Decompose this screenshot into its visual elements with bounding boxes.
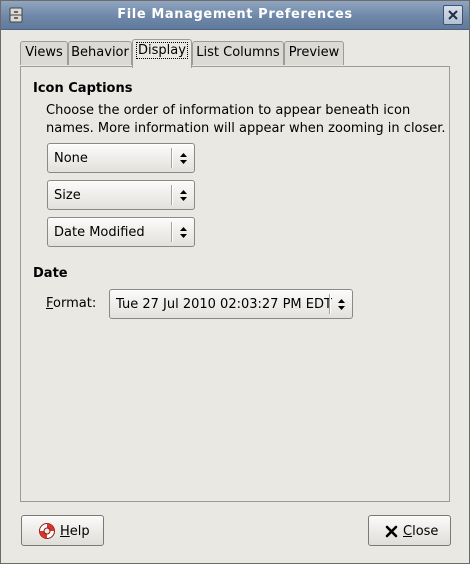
date-heading: Date xyxy=(33,266,68,281)
preferences-window: File Management Preferences Views Behavi… xyxy=(0,0,470,564)
format-mnemonic: F xyxy=(46,296,54,311)
tab-label: Display xyxy=(136,42,188,59)
tab-label: Views xyxy=(25,45,63,60)
date-format-select[interactable]: Tue 27 Jul 2010 02:03:27 PM EDT xyxy=(109,289,353,319)
updown-arrows-icon xyxy=(180,227,187,238)
window-close-button[interactable] xyxy=(443,5,463,25)
caption-select-3[interactable]: Date Modified xyxy=(47,217,195,247)
format-label-text: ormat: xyxy=(53,296,97,311)
updown-arrows-icon xyxy=(180,153,187,164)
caption-select-2[interactable]: Size xyxy=(47,180,195,210)
help-mnemonic: H xyxy=(60,524,70,539)
combo-separator xyxy=(171,148,173,168)
combo-separator xyxy=(171,222,173,242)
x-close-icon xyxy=(385,525,398,538)
window-title: File Management Preferences xyxy=(117,7,353,22)
updown-arrows-icon xyxy=(180,190,187,201)
display-tab-panel: Icon Captions Choose the order of inform… xyxy=(20,66,450,502)
close-label: Close xyxy=(403,524,438,539)
caption-select-1[interactable]: None xyxy=(47,143,195,173)
tab-views[interactable]: Views xyxy=(20,41,68,65)
close-icon xyxy=(448,10,458,20)
tab-label: List Columns xyxy=(196,45,280,60)
tab-label: Behavior xyxy=(71,45,129,60)
icon-captions-heading: Icon Captions xyxy=(33,81,133,96)
help-label: Help xyxy=(60,524,90,539)
title-bar[interactable]: File Management Preferences xyxy=(1,1,469,30)
caption-select-2-value: Size xyxy=(54,188,81,203)
tab-display[interactable]: Display xyxy=(132,39,192,68)
date-format-value: Tue 27 Jul 2010 02:03:27 PM EDT xyxy=(116,297,332,312)
icon-captions-description: Choose the order of information to appea… xyxy=(46,103,446,136)
tab-preview[interactable]: Preview xyxy=(284,41,344,65)
tab-list-columns[interactable]: List Columns xyxy=(192,41,284,65)
combo-separator xyxy=(171,185,173,205)
help-label-text: elp xyxy=(69,524,90,539)
combo-separator xyxy=(329,294,331,314)
format-label: Format: xyxy=(46,296,96,311)
close-button[interactable]: Close xyxy=(368,515,451,546)
close-mnemonic: C xyxy=(403,524,413,539)
caption-select-3-value: Date Modified xyxy=(54,225,145,240)
lifebuoy-help-icon xyxy=(39,523,55,539)
updown-arrows-icon xyxy=(338,299,345,310)
tab-behavior[interactable]: Behavior xyxy=(68,41,132,65)
close-label-text: lose xyxy=(412,524,439,539)
help-button[interactable]: Help xyxy=(21,515,104,546)
tab-label: Preview xyxy=(288,45,340,60)
caption-select-1-value: None xyxy=(54,151,88,166)
